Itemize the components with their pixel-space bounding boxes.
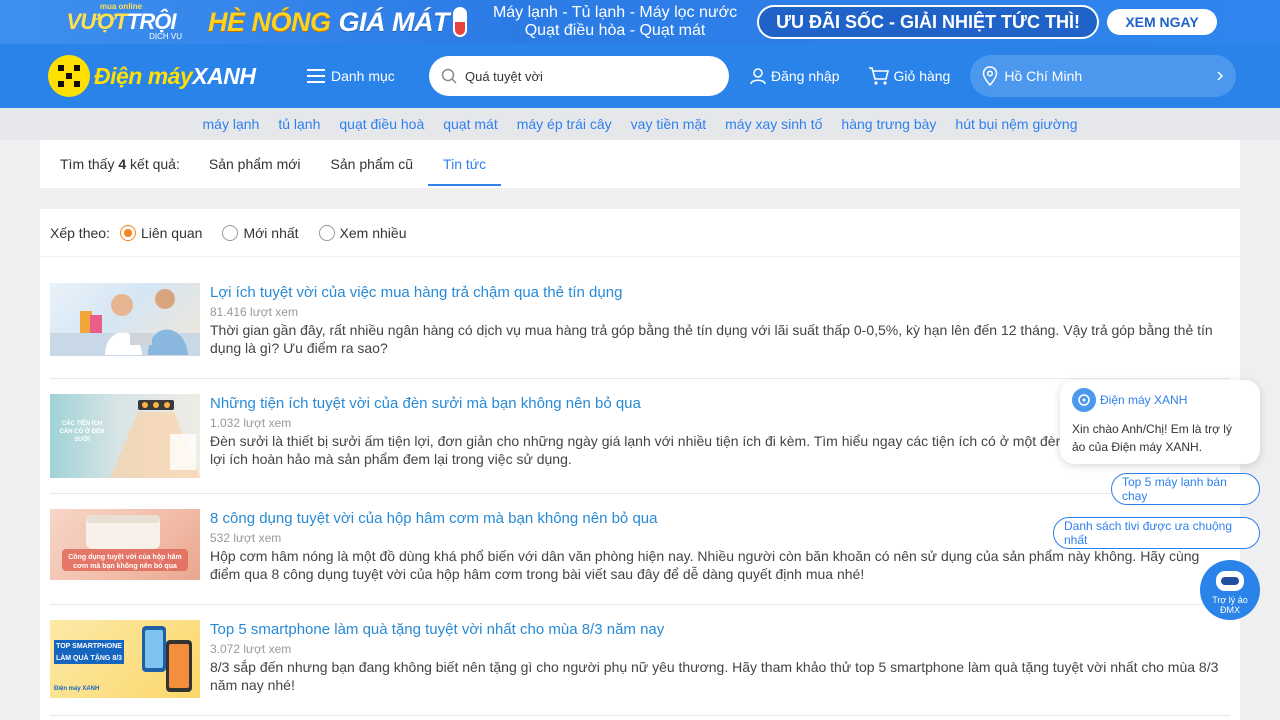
chevron-right-icon bbox=[1217, 71, 1224, 81]
article-thumbnail[interactable]: TOP SMARTPHONE LÀM QUÀ TẶNG 8/3 Điện máy… bbox=[50, 620, 200, 698]
user-icon bbox=[750, 68, 766, 85]
article-item[interactable]: TOP SMARTPHONE LÀM QUÀ TẶNG 8/3 Điện máy… bbox=[50, 620, 1230, 716]
promo-products: Máy lạnh - Tủ lạnh - Máy lọc nước Quạt đ… bbox=[481, 4, 749, 40]
tab-news[interactable]: Tin tức bbox=[428, 140, 502, 188]
article-views: 81.416 lượt xem bbox=[210, 305, 298, 319]
category-menu-label: Danh mục bbox=[331, 68, 395, 84]
sort-option-most-viewed[interactable]: Xem nhiều bbox=[318, 224, 407, 241]
site-header: Điện máyXANH Danh mục Đăng nhập Giỏ hàng… bbox=[0, 44, 1280, 108]
keyword-link[interactable]: vay tiền mặt bbox=[631, 116, 706, 132]
article-item[interactable]: Lợi ích tuyệt vời của việc mua hàng trả … bbox=[50, 283, 1230, 379]
promo-logo-big: VƯỢTTRỘI bbox=[66, 9, 177, 34]
keyword-link[interactable]: máy ép trái cây bbox=[517, 116, 612, 132]
keyword-link[interactable]: quạt mát bbox=[443, 116, 497, 132]
chat-greeting-bubble[interactable]: Điện máy XANH Xin chào Anh/Chị! Em là tr… bbox=[1060, 380, 1260, 464]
article-views: 3.072 lượt xem bbox=[210, 642, 292, 656]
keyword-link[interactable]: quạt điều hoà bbox=[339, 116, 424, 132]
assistant-avatar-icon bbox=[1072, 388, 1096, 412]
promo-products-line2: Quạt điều hòa - Quạt mát bbox=[524, 22, 706, 39]
article-description: Thời gian gần đây, rất nhiều ngân hàng c… bbox=[210, 322, 1213, 356]
search-icon[interactable] bbox=[441, 68, 457, 84]
logo-text-1: Điện máy bbox=[94, 62, 193, 89]
promo-logo-big-1: VƯỢT bbox=[66, 9, 128, 34]
promo-logo: mua online VƯỢTTRỘI DỊCH VỤ bbox=[40, 0, 202, 44]
assistant-launcher-button[interactable]: Trợ lý ảo ĐMX bbox=[1200, 560, 1260, 620]
result-count-prefix: Tìm thấy bbox=[60, 156, 115, 172]
sort-bar: Xếp theo: Liên quan Mới nhất Xem nhiều bbox=[40, 209, 1240, 257]
promo-logo-big-2: TRỘI bbox=[126, 9, 177, 34]
result-count-number: 4 bbox=[118, 156, 127, 172]
logo-badge-icon bbox=[48, 55, 90, 97]
sort-option-label: Mới nhất bbox=[243, 224, 299, 241]
article-description: 8/3 sắp đến nhưng bạn đang không biết nê… bbox=[210, 659, 1219, 693]
promo-heading: HÈ NÓNG GIÁ MÁT bbox=[208, 6, 468, 38]
chat-message: Xin chào Anh/Chị! Em là trợ lý ảo của Đi… bbox=[1072, 422, 1232, 454]
sort-label: Xếp theo: bbox=[50, 224, 110, 241]
result-count: Tìm thấy 4 kết quả: bbox=[60, 156, 180, 172]
promo-products-line1: Máy lạnh - Tủ lạnh - Máy lọc nước bbox=[492, 4, 738, 21]
article-title[interactable]: Top 5 smartphone làm quà tặng tuyệt vời … bbox=[210, 620, 1230, 640]
chat-suggestion-chip[interactable]: Danh sách tivi được ưa chuộng nhất bbox=[1053, 517, 1260, 549]
keyword-link[interactable]: máy lạnh bbox=[203, 116, 260, 132]
article-item[interactable]: Công dụng tuyệt vời của hộp hâm cơm mà b… bbox=[50, 509, 1230, 605]
promo-view-now-button[interactable]: XEM NGAY bbox=[1107, 9, 1218, 35]
tab-new-products[interactable]: Sản phẩm mới bbox=[194, 140, 316, 188]
assistant-label-1: Trợ lý ảo bbox=[1212, 595, 1248, 605]
thermometer-icon bbox=[453, 7, 468, 37]
sort-option-relevant[interactable]: Liên quan bbox=[119, 224, 203, 241]
result-tabs: Tìm thấy 4 kết quả: Sản phẩm mới Sản phẩ… bbox=[40, 140, 1240, 188]
logo-text-2: XANH bbox=[192, 62, 256, 89]
thumbnail-caption: Công dụng tuyệt vời của hộp hâm cơm mà b… bbox=[68, 554, 182, 570]
article-description: Hộp cơm hâm nóng là một đồ dùng khá phổ … bbox=[210, 548, 1200, 582]
cart-link[interactable]: Giỏ hàng bbox=[868, 66, 951, 86]
cart-icon bbox=[868, 67, 889, 85]
logo-text: Điện máyXANH bbox=[94, 62, 256, 90]
hamburger-icon bbox=[307, 69, 325, 83]
article-item[interactable]: CÁC TIỆN ÍCH CẦN CÓ Ở ĐÈN SƯỞI Những tiệ… bbox=[50, 394, 1230, 494]
chat-suggestion-chip[interactable]: Top 5 máy lạnh bán chạy bbox=[1111, 473, 1260, 505]
radio-icon bbox=[222, 224, 239, 241]
chat-brand: Điện máy XANH bbox=[1100, 393, 1188, 407]
search-input[interactable] bbox=[465, 68, 715, 84]
sort-option-label: Xem nhiều bbox=[339, 224, 407, 241]
tab-used-products[interactable]: Sản phẩm cũ bbox=[316, 140, 429, 188]
keyword-link[interactable]: tủ lạnh bbox=[278, 116, 320, 132]
location-selector[interactable]: Hồ Chí Minh bbox=[970, 55, 1237, 97]
article-thumbnail[interactable]: CÁC TIỆN ÍCH CẦN CÓ Ở ĐÈN SƯỞI bbox=[50, 394, 200, 478]
radio-icon bbox=[318, 224, 335, 241]
article-thumbnail[interactable] bbox=[50, 283, 200, 356]
news-results: Xếp theo: Liên quan Mới nhất Xem nhiều L… bbox=[40, 209, 1240, 720]
category-menu-button[interactable]: Danh mục bbox=[307, 68, 399, 84]
assistant-label-2: ĐMX bbox=[1220, 605, 1240, 615]
article-thumbnail[interactable]: Công dụng tuyệt vời của hộp hâm cơm mà b… bbox=[50, 509, 200, 580]
radio-checked-icon bbox=[119, 224, 136, 241]
location-label: Hồ Chí Minh bbox=[1004, 68, 1083, 84]
result-count-suffix: kết quả: bbox=[130, 156, 180, 172]
promo-heading-2: GIÁ MÁT bbox=[338, 6, 450, 37]
robot-icon bbox=[1216, 571, 1244, 591]
sort-option-newest[interactable]: Mới nhất bbox=[222, 224, 299, 241]
location-pin-icon bbox=[983, 66, 998, 86]
keyword-link[interactable]: hàng trưng bày bbox=[841, 116, 936, 132]
keyword-link[interactable]: hút bụi nệm giường bbox=[955, 116, 1077, 132]
sort-option-label: Liên quan bbox=[140, 224, 203, 241]
article-title[interactable]: Lợi ích tuyệt vời của việc mua hàng trả … bbox=[210, 283, 1230, 303]
search-box[interactable] bbox=[429, 56, 729, 96]
promo-heading-1: HÈ NÓNG bbox=[208, 6, 331, 37]
promo-cta[interactable]: ƯU ĐÃI SỐC - GIẢI NHIỆT TỨC THÌ! bbox=[757, 5, 1100, 39]
promo-banner[interactable]: mua online VƯỢTTRỘI DỊCH VỤ HÈ NÓNG GIÁ … bbox=[0, 0, 1280, 44]
keyword-link[interactable]: máy xay sinh tố bbox=[725, 116, 822, 132]
promo-logo-sub: DỊCH VỤ bbox=[149, 32, 182, 41]
login-link[interactable]: Đăng nhập bbox=[749, 67, 840, 85]
cart-label: Giỏ hàng bbox=[893, 68, 951, 84]
login-label: Đăng nhập bbox=[771, 68, 840, 84]
site-logo[interactable]: Điện máyXANH bbox=[48, 55, 283, 97]
keyword-bar: máy lạnh tủ lạnh quạt điều hoà quạt mát … bbox=[0, 108, 1280, 140]
